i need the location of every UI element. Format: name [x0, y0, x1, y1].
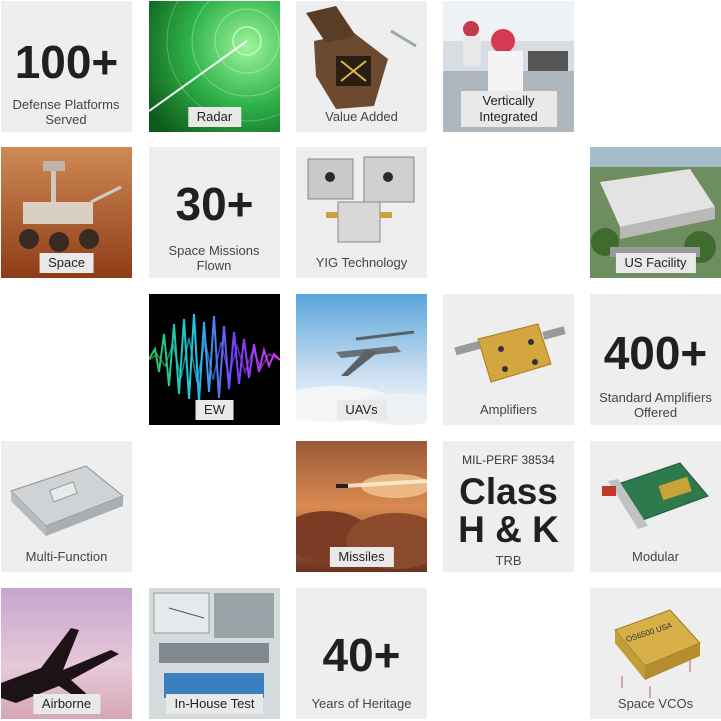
stat-tile-space-missions: 30+ Space Missions Flown [149, 147, 280, 278]
tile-value-added[interactable]: Value Added [296, 1, 427, 132]
tile-modular[interactable]: Modular [590, 441, 721, 572]
tile-label: Multi-Function [25, 549, 108, 564]
tile-mil-perf-class-hk: MIL-PERF 38534 Class H & K TRB [443, 441, 574, 572]
stat-caption: Space Missions Flown [168, 243, 260, 273]
tile-label: Missiles [329, 547, 394, 567]
tile-space-vcos[interactable]: OS6500 USA Space VCOs [590, 588, 721, 719]
tile-label: YIG Technology [315, 255, 408, 270]
stat-number: 100+ [14, 36, 119, 88]
tile-label: Modular [632, 549, 679, 564]
stat-number: 30+ [175, 178, 254, 230]
tile-label: Airborne [32, 694, 101, 714]
tile-label: EW [195, 400, 234, 420]
tile-label: Space [39, 253, 94, 273]
tile-label: Space VCOs [617, 696, 694, 711]
tile-in-house-test[interactable]: In-House Test [149, 588, 280, 719]
tile-label: In-House Test [165, 694, 264, 714]
stat-caption: Standard Amplifiers Offered [599, 390, 712, 420]
tile-space[interactable]: Space [1, 147, 132, 278]
tile-label: UAVs [336, 400, 387, 420]
tile-label: Vertically Integrated [460, 91, 557, 127]
tile-missiles[interactable]: Missiles [296, 441, 427, 572]
tile-vertically-integrated[interactable]: Vertically Integrated [443, 1, 574, 132]
tile-multi-function[interactable]: Multi-Function [1, 441, 132, 572]
tile-yig-technology[interactable]: YIG Technology [296, 147, 427, 278]
tile-amplifiers[interactable]: Amplifiers [443, 294, 574, 425]
tile-label: Radar [187, 107, 242, 127]
stat-number: 400+ [603, 327, 708, 379]
tile-label: Value Added [325, 109, 398, 124]
stat-tile-standard-amplifiers: 400+ Standard Amplifiers Offered [590, 294, 721, 425]
tile-label: US Facility [615, 253, 696, 273]
tile-uavs[interactable]: UAVs [296, 294, 427, 425]
tile-airborne[interactable]: Airborne [1, 588, 132, 719]
tile-label: Amplifiers [479, 402, 538, 417]
stat-caption: Defense Platforms Served [12, 97, 120, 127]
class-line-1: Class [459, 471, 558, 512]
stat-tile-years-heritage: 40+ Years of Heritage [296, 588, 427, 719]
tile-ew[interactable]: EW [149, 294, 280, 425]
trb-caption: TRB [495, 553, 522, 568]
tile-radar[interactable]: Radar [149, 1, 280, 132]
mil-perf-heading: MIL-PERF 38534 [462, 453, 555, 467]
stat-caption: Years of Heritage [311, 696, 412, 711]
stat-tile-defense-platforms: 100+ Defense Platforms Served [1, 1, 132, 132]
tile-us-facility[interactable]: US Facility [590, 147, 721, 278]
class-line-2: H & K [458, 509, 559, 550]
stat-number: 40+ [322, 629, 401, 681]
